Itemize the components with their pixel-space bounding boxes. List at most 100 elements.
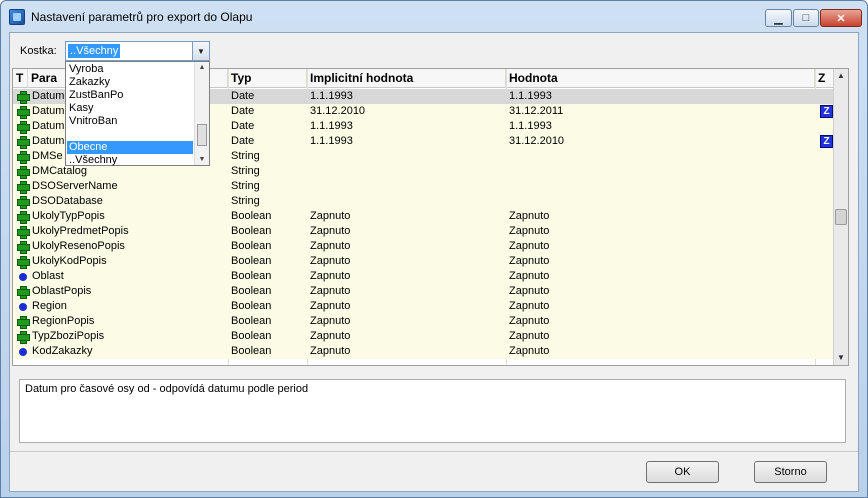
scroll-up-icon[interactable]: ▲ [195,64,209,71]
minimize-button[interactable]: ▁ [765,9,792,27]
dropdown-option[interactable]: Obecne [67,141,193,154]
dropdown-option[interactable]: VnitroBan [67,115,193,128]
typ-cell: Date [231,135,255,147]
param-name-cell: UkolyKodPopis [32,255,107,267]
dot-icon [19,273,27,281]
value-cell[interactable]: Zapnuto [509,254,813,269]
implicit-value-cell: Zapnuto [310,270,351,282]
header-typ[interactable]: Typ [228,69,307,88]
dropdown-option[interactable]: Kasy [67,102,193,115]
plus-icon [17,196,30,209]
typ-cell: String [231,195,260,207]
app-icon [9,9,25,25]
ok-button[interactable]: OK [646,461,719,483]
value-cell[interactable]: 31.12.2010 [509,134,813,149]
close-button[interactable]: ✕ [820,9,862,27]
table-row[interactable]: DSOServerName String [13,179,835,194]
header-t[interactable]: T [13,69,28,88]
typ-cell: String [231,150,260,162]
dialog-client: Kostka: ..Všechny ▼ T Para Typ Implicitn… [9,32,859,492]
value-cell[interactable] [509,194,813,209]
table-row[interactable]: Oblast Boolean Zapnuto Zapnuto [13,269,835,284]
value-cell[interactable] [509,149,813,164]
window-title: Nastavení parametrů pro export do Olapu [31,10,253,24]
grid-scrollbar[interactable]: ▲ ▼ [833,69,848,365]
value-cell[interactable]: Zapnuto [509,224,813,239]
value-cell[interactable]: Zapnuto [509,314,813,329]
chevron-down-icon[interactable]: ▼ [192,42,209,60]
scroll-thumb[interactable] [197,124,207,146]
implicit-value-cell: 1.1.1993 [310,120,353,132]
header-z[interactable]: Z [815,69,835,88]
plus-icon [17,121,30,134]
footer-divider [10,451,858,452]
table-row[interactable]: Region Boolean Zapnuto Zapnuto [13,299,835,314]
param-name-cell: OblastPopis [32,285,92,297]
plus-icon [17,241,30,254]
value-cell[interactable]: 31.12.2011 [509,104,813,119]
value-cell[interactable]: Zapnuto [509,299,813,314]
kostka-combobox[interactable]: ..Všechny ▼ [65,41,210,61]
param-name-cell: Region [32,300,67,312]
kostka-selected-value: ..Všechny [68,44,121,58]
table-row[interactable]: DSODatabase String [13,194,835,209]
typ-cell: Boolean [231,255,272,267]
kostka-label: Kostka: [20,45,57,57]
value-cell[interactable]: Zapnuto [509,329,813,344]
param-name-cell: UkolyPredmetPopis [32,225,129,237]
header-hodnota[interactable]: Hodnota [506,69,815,88]
dropdown-option[interactable]: ZustBanPo [67,89,193,102]
typ-cell: Boolean [231,315,272,327]
implicit-value-cell: 31.12.2010 [310,105,366,117]
dropdown-scrollbar[interactable]: ▲ ▼ [194,62,209,165]
plus-icon [17,316,30,329]
plus-icon [17,256,30,269]
table-row[interactable]: UkolyPredmetPopis Boolean Zapnuto Zapnuto [13,224,835,239]
value-cell[interactable]: Zapnuto [509,284,813,299]
implicit-value-cell: Zapnuto [310,210,351,222]
scroll-down-icon[interactable]: ▼ [834,351,848,365]
scroll-down-icon[interactable]: ▼ [195,156,209,163]
dropdown-option[interactable]: ..Všechny [67,154,193,167]
implicit-value-cell: Zapnuto [310,345,351,357]
z-flag-icon[interactable]: Z [820,135,833,148]
title-bar[interactable]: Nastavení parametrů pro export do Olapu … [1,1,867,31]
table-row[interactable]: UkolyKodPopis Boolean Zapnuto Zapnuto [13,254,835,269]
scroll-up-icon[interactable]: ▲ [834,69,848,83]
implicit-value-cell: Zapnuto [310,225,351,237]
value-cell[interactable]: 1.1.1993 [509,89,813,104]
typ-cell: Boolean [231,330,272,342]
dropdown-option[interactable]: Vyroba [67,63,193,76]
table-row[interactable]: OblastPopis Boolean Zapnuto Zapnuto [13,284,835,299]
cancel-button[interactable]: Storno [754,461,827,483]
maximize-button[interactable]: □ [793,9,819,27]
value-cell[interactable] [509,179,813,194]
value-cell[interactable] [509,164,813,179]
value-cell[interactable]: Zapnuto [509,209,813,224]
table-row[interactable]: RegionPopis Boolean Zapnuto Zapnuto [13,314,835,329]
value-cell[interactable]: Zapnuto [509,239,813,254]
plus-icon [17,331,30,344]
kostka-dropdown-list[interactable]: ▲ ▼ Vyroba Zakazky ZustBanPo Kasy VnitroBan O… [65,61,210,166]
table-row[interactable]: KodZakazky Boolean Zapnuto Zapnuto [13,344,835,359]
param-name-cell: DSOServerName [32,180,118,192]
implicit-value-cell: Zapnuto [310,300,351,312]
parameter-description: Datum pro časové osy od - odpovídá datum… [19,379,846,443]
plus-icon [17,166,30,179]
value-cell[interactable]: Zapnuto [509,344,813,359]
implicit-value-cell [310,194,505,209]
table-row[interactable]: UkolyResenoPopis Boolean Zapnuto Zapnuto [13,239,835,254]
typ-cell: Boolean [231,270,272,282]
param-name-cell: TypZboziPopis [32,330,105,342]
z-flag-icon[interactable]: Z [820,105,833,118]
table-row[interactable]: UkolyTypPopis Boolean Zapnuto Zapnuto [13,209,835,224]
implicit-value-cell: Zapnuto [310,285,351,297]
header-implicit[interactable]: Implicitní hodnota [307,69,506,88]
value-cell[interactable]: Zapnuto [509,269,813,284]
scroll-thumb[interactable] [835,209,847,225]
dropdown-option[interactable] [67,128,193,141]
dropdown-option[interactable]: Zakazky [67,76,193,89]
value-cell[interactable]: 1.1.1993 [509,119,813,134]
table-row[interactable]: TypZboziPopis Boolean Zapnuto Zapnuto [13,329,835,344]
param-name-cell: UkolyResenoPopis [32,240,125,252]
